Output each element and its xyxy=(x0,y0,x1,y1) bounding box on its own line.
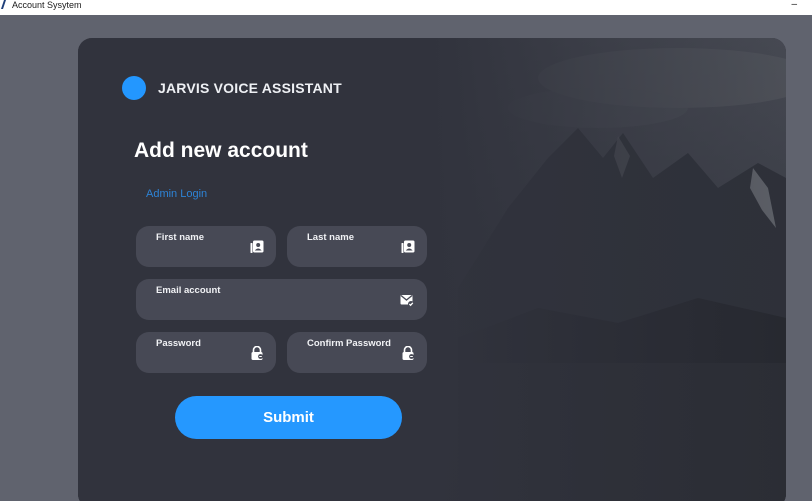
first-name-input[interactable] xyxy=(156,246,244,262)
password-field[interactable]: Password xyxy=(136,332,276,373)
password-input[interactable] xyxy=(156,352,244,368)
confirm-password-field[interactable]: Confirm Password xyxy=(287,332,427,373)
submit-button[interactable]: Submit xyxy=(175,396,402,439)
app-icon xyxy=(1,0,6,9)
confirm-password-input[interactable] xyxy=(307,352,395,368)
signup-card: JARVIS VOICE ASSISTANT Add new account A… xyxy=(78,38,786,501)
page-title: Add new account xyxy=(134,139,308,162)
password-label: Password xyxy=(156,338,201,349)
last-name-label: Last name xyxy=(307,232,354,243)
brand-name: JARVIS VOICE ASSISTANT xyxy=(158,80,342,96)
last-name-field[interactable]: Last name xyxy=(287,226,427,267)
brand-logo xyxy=(122,76,146,100)
contact-card-icon xyxy=(250,240,264,253)
window-titlebar: Account Sysytem – xyxy=(0,0,812,15)
email-input[interactable] xyxy=(156,299,386,315)
email-label: Email account xyxy=(156,285,221,296)
lock-icon xyxy=(251,346,263,360)
lock-icon xyxy=(402,346,414,360)
last-name-input[interactable] xyxy=(307,246,395,262)
window-title: Account Sysytem xyxy=(12,0,82,10)
contact-card-icon xyxy=(401,240,415,253)
minimize-button[interactable]: – xyxy=(791,0,797,10)
admin-login-link[interactable]: Admin Login xyxy=(146,188,207,200)
mail-check-icon xyxy=(400,294,414,307)
confirm-password-label: Confirm Password xyxy=(307,338,391,349)
first-name-label: First name xyxy=(156,232,205,243)
email-field[interactable]: Email account xyxy=(136,279,427,320)
first-name-field[interactable]: First name xyxy=(136,226,276,267)
